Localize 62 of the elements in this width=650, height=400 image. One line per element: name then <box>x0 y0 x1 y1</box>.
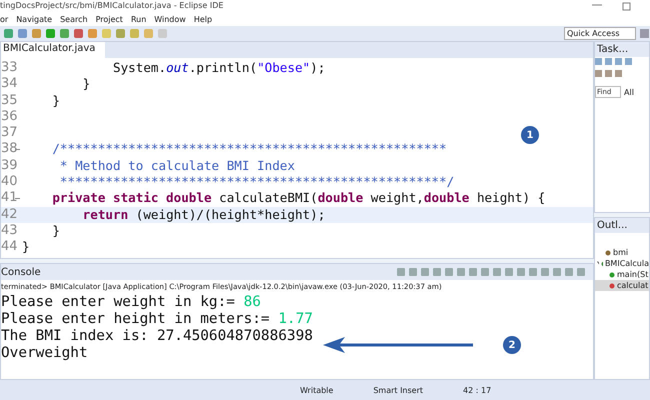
line-number: 38 <box>1 141 15 158</box>
window-title: tingDocsProject/src/bmi/BMICalculator.java - Eclipse IDE <box>0 0 224 10</box>
panel-tab[interactable]: Outl... <box>595 218 649 233</box>
line-number: 43 <box>1 222 15 240</box>
menu-item[interactable]: Navigate <box>16 14 52 24</box>
console-line: Overweight <box>1 345 88 362</box>
menu-item[interactable]: Window <box>154 14 186 24</box>
outline-item[interactable]: bmi <box>595 247 649 258</box>
toolbar-icon[interactable] <box>31 28 42 39</box>
menu-item[interactable]: or <box>0 14 8 24</box>
code-line: private static double calculateBMI(double weight,double height) { <box>51 190 546 207</box>
fold-icon[interactable] <box>15 148 20 152</box>
line-number: 37 <box>1 125 15 142</box>
status-item: Writable <box>300 386 334 394</box>
panel-tab[interactable]: Task... <box>595 42 649 57</box>
line-number: 34 <box>1 76 15 93</box>
line-number: 40 <box>1 174 15 190</box>
status-item: 42 : 17 <box>463 386 492 394</box>
quick-access-field[interactable]: Quick Access <box>564 27 636 40</box>
line-number: 44 <box>1 239 15 256</box>
toolbar-icon[interactable] <box>45 28 56 39</box>
toolbar-icon[interactable] <box>59 28 70 39</box>
line-number: 36 <box>1 108 15 126</box>
code-line: } <box>51 92 60 109</box>
fold-icon[interactable] <box>15 197 20 200</box>
code-line: ***************************************************/ <box>58 174 454 190</box>
editor-tab[interactable]: BMICalculator.java <box>1 42 106 58</box>
panel-toolbar-drawing <box>595 57 635 79</box>
console-line: Please enter height in meters:= 1.77 <box>1 311 313 328</box>
code-line: * Method to calculate BMI Index <box>58 158 295 174</box>
console-line: Please enter weight in kg:= 86 <box>1 294 261 311</box>
toolbar-icon[interactable] <box>129 28 140 39</box>
outline-item[interactable]: main(St <box>595 269 649 280</box>
line-number: 42 <box>1 206 15 223</box>
perspective-icon[interactable] <box>639 28 650 39</box>
toolbar-icon[interactable] <box>87 28 98 39</box>
menu-item[interactable]: Help <box>194 14 212 24</box>
filter-link[interactable]: All <box>624 88 634 96</box>
line-number: 33 <box>1 60 15 76</box>
code-line: } <box>51 222 60 240</box>
outline-item[interactable]: calculat <box>595 280 649 291</box>
code-line: /*************************************************** <box>51 141 447 158</box>
menu-item[interactable]: Run <box>130 14 146 24</box>
toolbar-icon[interactable] <box>143 28 154 39</box>
toolbar-icon[interactable] <box>3 28 14 39</box>
toolbar-icon[interactable] <box>17 28 28 39</box>
outline-item[interactable]: BMICalcula <box>595 258 649 269</box>
code-line: return (weight)/(height*height); <box>82 206 326 223</box>
line-number: 41 <box>1 190 15 207</box>
line-number: 35 <box>1 92 15 109</box>
menu-item[interactable]: Project <box>96 14 123 24</box>
line-number: 39 <box>1 158 15 174</box>
toolbar-icon[interactable] <box>115 28 126 39</box>
code-line: } <box>22 239 30 256</box>
status-item: Smart Insert <box>373 386 424 394</box>
menu-item[interactable]: Search <box>60 14 88 24</box>
restore-icon[interactable] <box>622 1 632 11</box>
code-line: System.out.println("Obese"); <box>112 60 326 76</box>
code-line: } <box>82 76 90 93</box>
console-tab[interactable]: Console <box>1 266 41 278</box>
toolbar-icon[interactable] <box>73 28 84 39</box>
console-line: The BMI index is: 27.450604870886398 <box>1 328 313 345</box>
